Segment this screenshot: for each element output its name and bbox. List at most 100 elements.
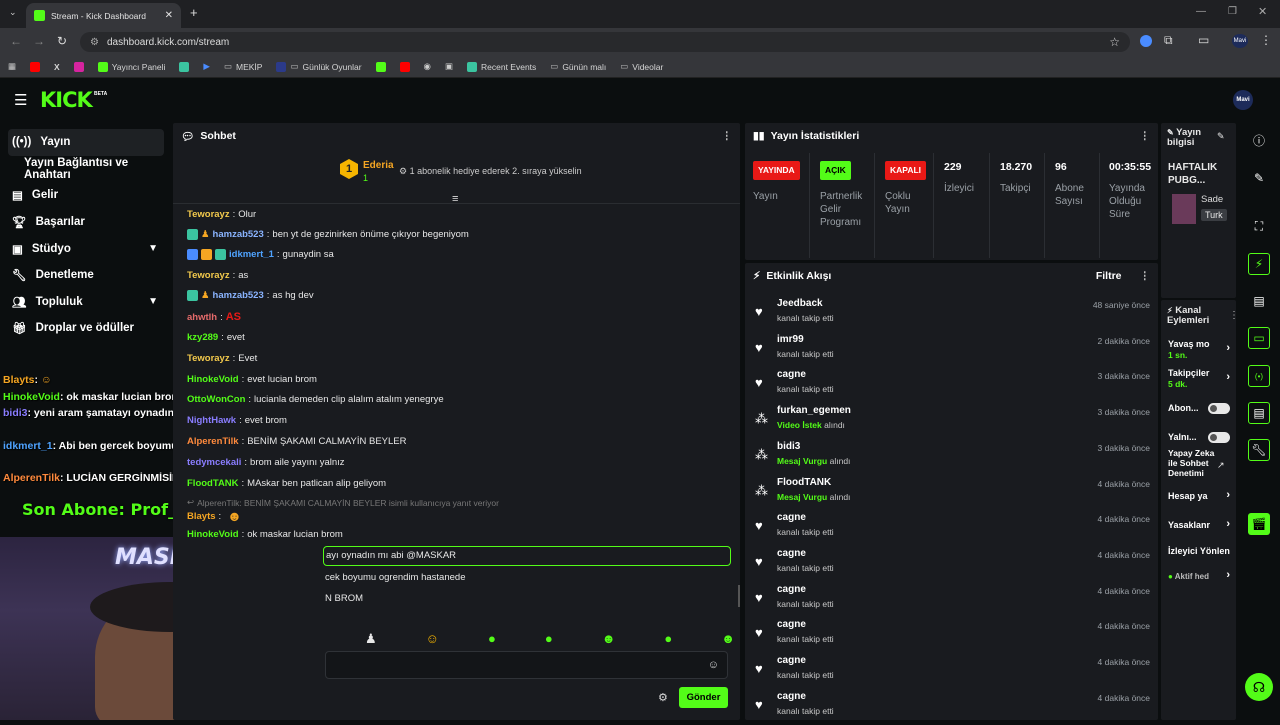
activity-username[interactable]: cagne [777,691,806,702]
close-tab-icon[interactable]: ✕ [165,10,173,21]
banned-words-row[interactable]: Yasaklanr › [1168,519,1232,531]
activity-item[interactable]: ♥ cagne kanalı takip etti 3 dakika önce [755,367,1150,403]
chat-scrollbar[interactable] [738,585,740,607]
edit-icon[interactable]: ✎ [1248,167,1270,189]
activity-username[interactable]: cagne [777,369,806,380]
chat-bubble-icon[interactable]: ▭ [1248,327,1270,349]
wrench-icon[interactable]: 🔧︎ [1248,439,1270,461]
chat-username[interactable]: HinokeVoid [187,374,239,385]
chat-username[interactable]: NightHawk [187,415,236,426]
extensions-puzzle-icon[interactable]: ⧉ [1164,33,1173,48]
chat-username[interactable]: FloodTANK [187,478,239,489]
tag[interactable]: Turk [1201,209,1227,221]
sidebar-item-droplar[interactable]: 🎁︎ Droplar ve ödüller [0,315,172,342]
broadcast-icon[interactable]: (•) [1248,365,1270,387]
slow-mode-row[interactable]: Yavaş mo 1 sn. › [1168,339,1232,361]
activity-item[interactable]: ♥ cagne kanalı takip etti 4 dakika önce [755,617,1150,653]
sidebar-item-gelir[interactable]: ▤ Gelir [0,182,172,209]
subscribers-only-toggle[interactable] [1208,403,1230,414]
emote-icon[interactable]: ☻ [602,631,616,647]
play-icon[interactable]: ▶ [203,61,210,72]
back-icon[interactable]: ← [10,34,22,48]
chat-username[interactable]: idkmert_1 [229,249,274,260]
chevron-right-icon[interactable]: › [1226,570,1230,581]
activity-item[interactable]: ♥ cagne kanalı takip etti 4 dakika önce [755,653,1150,689]
new-tab-icon[interactable]: + [190,5,198,20]
chevron-right-icon[interactable]: › [1226,490,1230,501]
globe-icon[interactable]: ◉ [424,61,431,72]
chevron-right-icon[interactable]: › [1226,372,1230,383]
settings-gear-icon[interactable]: ⚙ [658,691,668,704]
bookmark-recent-events[interactable]: Recent Events [467,61,536,72]
sidebar-item-topluluk[interactable]: 👥︎ Topluluk ▼ [0,289,172,316]
subscribers-only-row[interactable]: Abon... [1168,403,1232,414]
instagram-icon[interactable] [73,61,84,72]
chevron-right-icon[interactable]: › [1226,519,1230,530]
info-icon[interactable]: ⓘ [1248,129,1270,151]
bookmark-mekip[interactable]: ▭ MEKİP [224,61,262,72]
apps-icon[interactable]: ▦ [8,61,16,72]
chevron-down-icon[interactable]: ▼ [148,296,158,307]
activity-username[interactable]: cagne [777,655,806,666]
clapperboard-icon[interactable]: 🎬︎ [1248,513,1270,535]
tab-menu-icon[interactable]: ⌄ [9,7,17,18]
viewer-redirect-row[interactable]: İzleyici Yönlen [1168,546,1238,557]
sidebar-item-stream-key[interactable]: Yayın Bağlantısı ve Anahtarı [0,156,172,183]
chat-username[interactable]: Teworayz [187,353,230,364]
image-icon[interactable]: ▣ [445,61,453,72]
activity-username[interactable]: FloodTANK [777,477,831,488]
bookmark-videolar[interactable]: ▭ Videolar [620,61,663,72]
activity-item[interactable]: ♥ imr99 kanalı takip etti 2 dakika önce [755,332,1150,368]
more-options-icon[interactable]: ⋮ [1140,130,1151,142]
side-panel-icon[interactable]: ▭ [1198,33,1209,47]
activity-item[interactable]: ⁂ bidi3 Mesaj Vurgu alındı 3 dakika önce [755,439,1150,475]
sidebar-item-basarilar[interactable]: 🏆︎ Başarılar [0,209,172,236]
more-options-icon[interactable]: ⋮ [1140,270,1151,282]
browser-tab[interactable]: Stream - Kick Dashboard ✕ [26,3,181,28]
activity-item[interactable]: ♥ cagne kanalı takip etti 4 dakika önce [755,689,1150,725]
pinned-user[interactable]: Ederia [363,160,394,171]
chevron-right-icon[interactable]: › [1226,343,1230,354]
activity-username[interactable]: Jeedback [777,298,823,309]
filter-button[interactable]: Filtre [1096,270,1122,282]
chat-username[interactable]: OttoWonCon [187,394,245,405]
site-icon[interactable] [179,61,190,72]
emote-only-toggle[interactable] [1208,432,1230,443]
activity-item[interactable]: ⁂ furkan_egemen Video İstek alındı 3 dakika… [755,403,1150,439]
youtube-icon[interactable] [399,61,410,72]
activity-username[interactable]: cagne [777,619,806,630]
url-field[interactable]: ⚙ dashboard.kick.com/stream ☆ [80,32,1130,52]
youtube-icon[interactable] [30,61,41,72]
activity-item[interactable]: ♥ cagne kanalı takip etti 4 dakika önce [755,546,1150,582]
emote-icon[interactable]: ♟ [365,631,377,647]
emote-icon[interactable]: ● [545,631,553,647]
sidebar-item-denetleme[interactable]: 🔧︎ Denetleme [0,262,172,289]
active-target-row[interactable]: ● Aktif hed › [1168,570,1232,582]
emote-icon[interactable]: ● [488,631,496,647]
category-thumbnail[interactable] [1172,194,1196,224]
emote-icon[interactable]: ● [664,631,672,647]
user-avatar[interactable]: Mavi [1233,90,1253,110]
activity-item[interactable]: ⁂ FloodTANK Mesaj Vurgu alındı 4 dakika önc… [755,475,1150,511]
send-button[interactable]: Gönder [679,687,728,708]
close-window-icon[interactable]: ✕ [1258,5,1267,18]
maximize-icon[interactable]: ❐ [1228,6,1237,17]
chat-input[interactable]: ☺ [325,651,728,679]
emote-only-row[interactable]: Yalnı... [1168,432,1232,443]
chat-username[interactable]: Teworayz [187,270,230,281]
minimize-icon[interactable]: — [1196,6,1206,17]
help-chat-icon[interactable]: ☊ [1245,673,1273,701]
profile-avatar[interactable]: Mavi [1232,34,1248,48]
activity-username[interactable]: cagne [777,512,806,523]
chat-username[interactable]: ahwtlh [187,312,217,323]
chat-username[interactable]: Teworayz [187,209,230,220]
bookmark-yayinci-paneli[interactable]: Yayıncı Paneli [97,61,165,72]
more-options-icon[interactable]: ⋮ [722,130,733,142]
activity-username[interactable]: imr99 [777,334,804,345]
emoji-picker-icon[interactable]: ☺ [708,659,719,671]
chat-username[interactable]: Blayts [187,511,216,522]
chat-username[interactable]: tedymcekali [187,457,241,468]
chat-username[interactable]: AlperenTilk [187,436,239,447]
chat-username[interactable]: hamzab523 [213,229,264,240]
emote-icon[interactable]: ☺ [426,631,439,647]
